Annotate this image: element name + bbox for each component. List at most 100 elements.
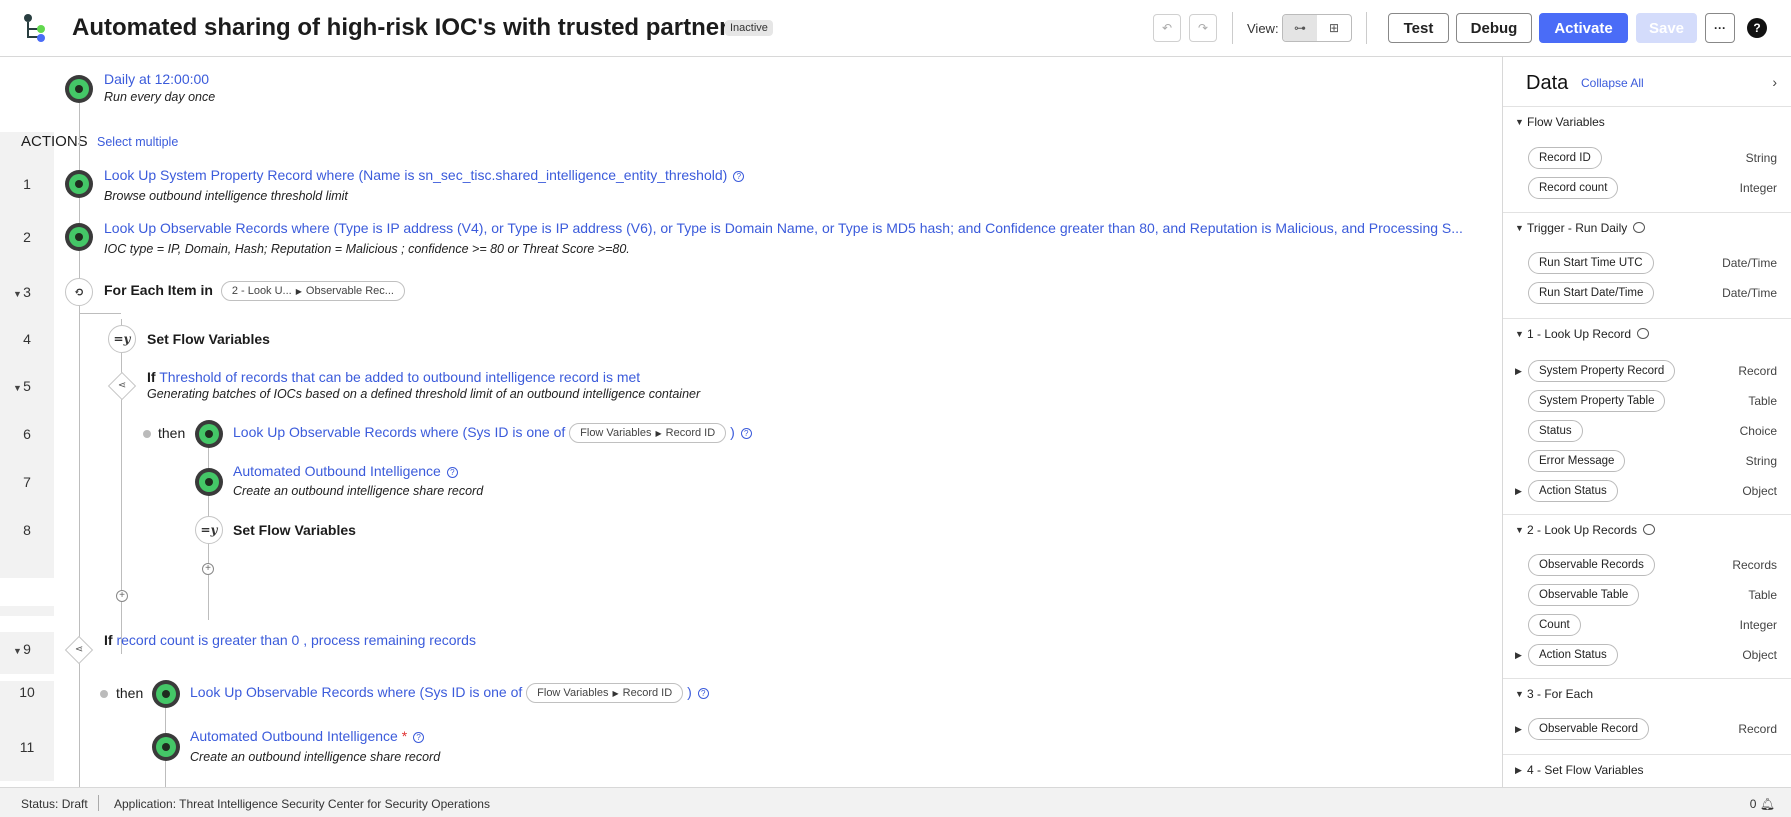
data-type: Table <box>1748 394 1777 408</box>
flow-view-icon[interactable]: ⊶ <box>1283 15 1317 41</box>
help-icon[interactable]: ? <box>697 688 709 699</box>
select-multiple-link[interactable]: Select multiple <box>97 135 178 149</box>
row-number: 11 <box>19 739 35 755</box>
add-step-icon[interactable]: + <box>116 590 128 602</box>
redo-button[interactable]: ↷ <box>1189 14 1217 42</box>
step-1-action[interactable]: Look Up System Property Record where (Na… <box>104 167 745 183</box>
trigger-icon[interactable] <box>65 75 93 103</box>
step-5-if[interactable]: If Threshold of records that can be adde… <box>147 369 640 385</box>
step-3-foreach[interactable]: For Each Item in 2 - Look U... ▶ Observabl… <box>104 281 405 301</box>
data-type: Records <box>1732 558 1777 572</box>
data-pill[interactable]: Error Message <box>1528 450 1626 472</box>
flow-connector <box>79 103 80 787</box>
action-icon[interactable] <box>65 223 93 251</box>
section-set-flow-variables[interactable]: ▶ 4 - Set Flow Variables <box>1503 754 1791 784</box>
save-button[interactable]: Save <box>1636 13 1697 43</box>
data-pill[interactable]: Run Start Date/Time <box>1528 282 1655 304</box>
status-badge: Inactive <box>725 20 773 36</box>
data-pill[interactable]: Record count <box>1528 177 1619 199</box>
data-pill[interactable]: System Property Table <box>1528 390 1666 412</box>
data-pill[interactable]: Count <box>1528 614 1581 636</box>
help-icon[interactable]: ? <box>733 171 745 182</box>
if-branch-icon[interactable]: ⋖ <box>107 371 137 401</box>
data-pill[interactable]: Observable Records <box>1528 554 1655 576</box>
action-icon[interactable] <box>195 420 223 448</box>
help-button[interactable]: ? <box>1742 13 1772 43</box>
section-for-each[interactable]: ▼ 3 - For Each <box>1503 678 1791 708</box>
action-icon[interactable] <box>65 170 93 198</box>
collapse-caret-icon[interactable]: ▼ <box>1515 117 1524 127</box>
data-type: Object <box>1742 648 1777 662</box>
collapse-all-link[interactable]: Collapse All <box>1581 76 1644 90</box>
section-trigger[interactable]: ▼ Trigger - Run Daily <box>1503 212 1791 242</box>
trigger-label[interactable]: Daily at 12:00:00 <box>104 71 209 87</box>
status-divider <box>98 795 99 811</box>
notifications[interactable]: 0 🔔︎ <box>1750 797 1775 811</box>
chevron-right-icon[interactable]: › <box>1772 74 1777 90</box>
expand-caret-icon[interactable]: ▶ <box>1515 765 1522 776</box>
toolbar-divider <box>1366 12 1367 44</box>
action-icon[interactable] <box>195 468 223 496</box>
section-flow-variables[interactable]: ▼ Flow Variables <box>1503 106 1791 136</box>
row-number: 4 <box>23 331 31 347</box>
step-9-if[interactable]: If record count is greater than 0 , proc… <box>104 632 476 648</box>
data-type: Date/Time <box>1722 286 1777 300</box>
comment-icon[interactable] <box>1643 524 1656 535</box>
step-10-action[interactable]: Look Up Observable Records where (Sys ID… <box>190 683 709 703</box>
branch-dot <box>100 690 108 698</box>
data-pill[interactable]: System Property Record <box>1528 360 1676 382</box>
expand-caret-icon[interactable]: ▶ <box>1515 724 1522 735</box>
row-number: 10 <box>19 684 35 700</box>
activate-button[interactable]: Activate <box>1539 13 1628 43</box>
data-panel: Data Collapse All › ▼ Flow Variables Reco… <box>1502 57 1791 787</box>
help-icon[interactable]: ? <box>413 732 425 743</box>
help-icon[interactable]: ? <box>446 467 458 478</box>
step-8-label[interactable]: Set Flow Variables <box>233 522 356 538</box>
section-lookup-record[interactable]: ▼ 1 - Look Up Record <box>1503 318 1791 348</box>
collapse-caret-icon[interactable]: ▼ <box>1515 329 1524 339</box>
data-pill[interactable]: Status <box>1528 420 1583 442</box>
view-toggle[interactable]: ⊶ ⊞ <box>1282 14 1352 42</box>
help-icon[interactable]: ? <box>740 428 752 439</box>
action-icon[interactable] <box>152 680 180 708</box>
test-button[interactable]: Test <box>1388 13 1449 43</box>
undo-button[interactable]: ↶ <box>1153 14 1181 42</box>
section-lookup-records[interactable]: ▼ 2 - Look Up Records <box>1503 514 1791 544</box>
if-branch-icon[interactable]: ⋖ <box>64 635 94 665</box>
expand-caret-icon[interactable]: ▶ <box>1515 486 1522 497</box>
data-pill[interactable]: Record ID <box>1528 147 1602 169</box>
add-step-icon[interactable]: + <box>202 563 214 575</box>
step-11-action[interactable]: Automated Outbound Intelligence *? <box>190 728 425 744</box>
collapse-caret-icon[interactable]: ▼ <box>1515 689 1524 699</box>
more-actions-button[interactable]: ··· <box>1705 13 1735 43</box>
data-type: Integer <box>1739 181 1777 195</box>
data-pill[interactable]: Observable Record <box>1528 718 1650 740</box>
set-variables-icon[interactable]: =y <box>108 325 136 353</box>
set-variables-icon[interactable]: =y <box>195 516 223 544</box>
step-11-description: Create an outbound intelligence share re… <box>190 750 441 764</box>
data-pill[interactable]: Flow Variables ▶ Record ID <box>569 423 727 443</box>
step-7-action[interactable]: Automated Outbound Intelligence? <box>233 463 458 479</box>
data-pill[interactable]: Run Start Time UTC <box>1528 252 1654 274</box>
data-pill[interactable]: Observable Table <box>1528 584 1640 606</box>
data-pill[interactable]: Flow Variables ▶ Record ID <box>526 683 684 703</box>
comment-icon[interactable] <box>1637 328 1650 339</box>
row-number: 8 <box>23 522 31 538</box>
data-pill[interactable]: Action Status <box>1528 644 1618 666</box>
step-2-description: IOC type = IP, Domain, Hash; Reputation … <box>104 242 630 256</box>
comment-icon[interactable] <box>1633 222 1646 233</box>
step-6-action[interactable]: Look Up Observable Records where (Sys ID… <box>233 423 752 443</box>
step-4-label[interactable]: Set Flow Variables <box>147 331 270 347</box>
step-2-action[interactable]: Look Up Observable Records where (Type i… <box>104 220 1463 236</box>
data-pill[interactable]: Action Status <box>1528 480 1618 502</box>
collapse-caret-icon[interactable]: ▼ <box>1515 525 1524 535</box>
grid-view-icon[interactable]: ⊞ <box>1317 15 1351 41</box>
data-pill[interactable]: 2 - Look U... ▶ Observable Rec... <box>220 281 405 301</box>
loop-icon[interactable]: ⟲ <box>65 278 93 306</box>
debug-button[interactable]: Debug <box>1456 13 1532 43</box>
action-icon[interactable] <box>152 733 180 761</box>
collapse-caret-icon[interactable]: ▼ <box>1515 223 1524 233</box>
expand-caret-icon[interactable]: ▶ <box>1515 366 1522 377</box>
expand-caret-icon[interactable]: ▶ <box>1515 650 1522 661</box>
view-label: View: <box>1247 21 1279 36</box>
